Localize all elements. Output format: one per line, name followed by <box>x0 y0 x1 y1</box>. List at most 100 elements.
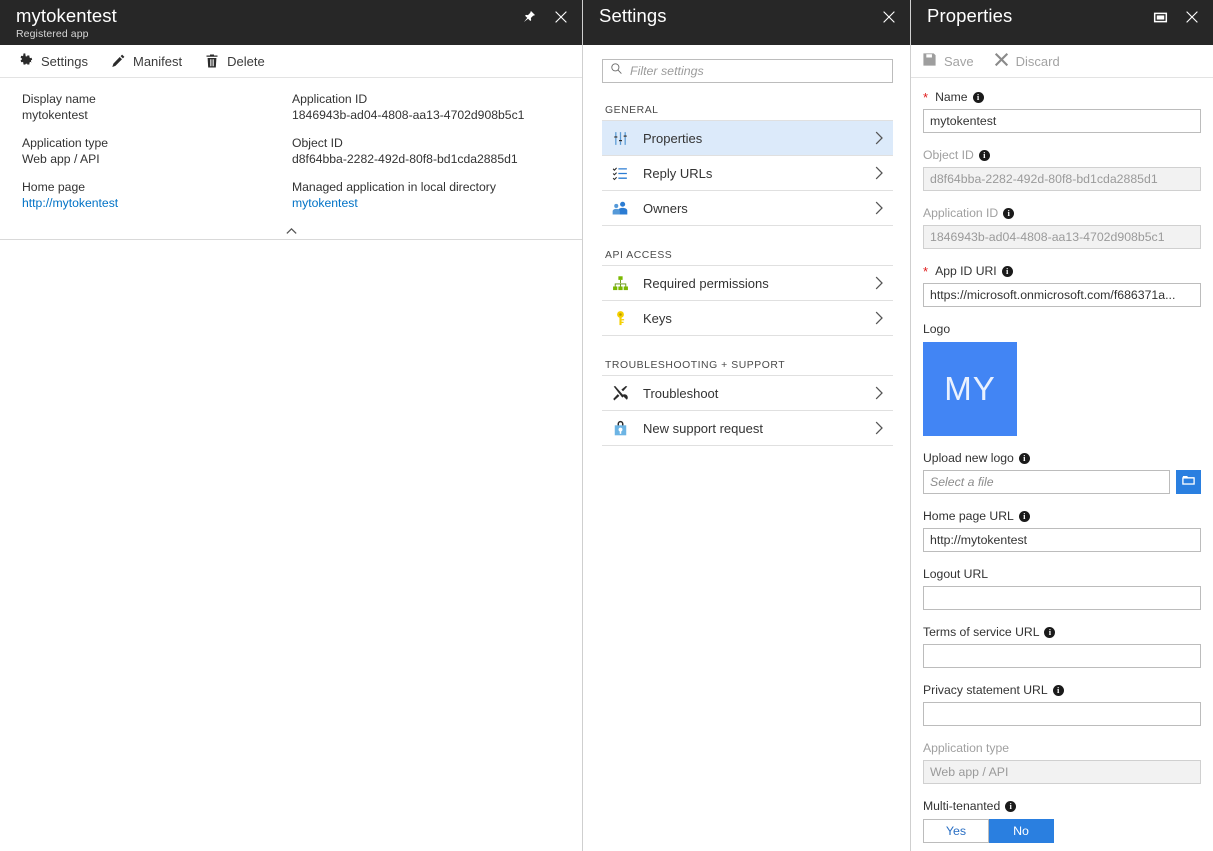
field-object-id-label: Object ID i <box>923 147 1201 164</box>
app-id-uri-input[interactable] <box>923 283 1201 307</box>
application-type-input <box>923 760 1201 784</box>
essential-value: d8f64bba-2282-492d-80f8-bd1cda2885d1 <box>292 151 562 167</box>
multi-tenanted-option-no[interactable]: No <box>989 819 1054 843</box>
x-icon <box>994 52 1009 70</box>
close-icon[interactable] <box>1183 8 1201 26</box>
filter-settings-input[interactable] <box>623 63 892 79</box>
home-page-url-input[interactable] <box>923 528 1201 552</box>
wrench-screwdriver-icon <box>612 385 636 402</box>
field-label-text: App ID URI <box>935 263 997 280</box>
essential-application-id: Application ID 1846943b-ad04-4808-aa13-4… <box>292 91 562 123</box>
save-button-label: Save <box>944 54 974 69</box>
essential-label: Display name <box>22 91 292 107</box>
home-page-link[interactable]: http://mytokentest <box>22 195 292 211</box>
chevron-right-icon <box>875 201 884 215</box>
close-icon[interactable] <box>880 8 898 26</box>
info-icon[interactable]: i <box>1019 511 1030 522</box>
properties-blade: Properties Save <box>911 0 1213 851</box>
sidebar-item-label: New support request <box>636 421 875 436</box>
trash-icon <box>204 53 220 69</box>
folder-icon <box>1181 473 1196 492</box>
sidebar-item-required-permissions[interactable]: Required permissions <box>602 266 893 301</box>
manifest-button[interactable]: Manifest <box>110 45 182 78</box>
info-icon[interactable]: i <box>1003 208 1014 219</box>
sidebar-item-label: Properties <box>636 131 875 146</box>
support-icon <box>612 420 636 437</box>
info-icon[interactable]: i <box>979 150 990 161</box>
essential-object-id: Object ID d8f64bba-2282-492d-80f8-bd1cda… <box>292 135 562 167</box>
chevron-right-icon <box>875 311 884 325</box>
filter-settings-field[interactable] <box>602 59 893 83</box>
restore-icon[interactable] <box>1151 8 1169 26</box>
gear-icon <box>18 53 34 69</box>
sidebar-item-new-support-request[interactable]: New support request <box>602 411 893 446</box>
properties-blade-header: Properties <box>911 0 1213 45</box>
field-name: * Name i <box>923 89 1201 133</box>
managed-application-link[interactable]: mytokentest <box>292 195 562 211</box>
chevron-up-icon <box>285 222 298 240</box>
delete-button[interactable]: Delete <box>204 45 265 78</box>
page-title: mytokentest <box>16 5 117 27</box>
essential-value: 1846943b-ad04-4808-aa13-4702d908b5c1 <box>292 107 562 123</box>
settings-group-troubleshooting: Troubleshoot New support request <box>602 375 893 446</box>
essentials-collapse-button[interactable] <box>0 222 582 240</box>
info-icon[interactable]: i <box>1002 266 1013 277</box>
file-picker-button[interactable] <box>1176 470 1201 494</box>
essential-label: Object ID <box>292 135 562 151</box>
sidebar-item-label: Reply URLs <box>636 166 875 181</box>
page-subtitle: Registered app <box>16 28 117 41</box>
settings-header-actions <box>880 5 898 26</box>
info-icon[interactable]: i <box>1019 453 1030 464</box>
essential-display-name: Display name mytokentest <box>22 91 292 123</box>
multi-tenanted-toggle: Yes No <box>923 819 1054 843</box>
name-input[interactable] <box>923 109 1201 133</box>
essential-label: Application ID <box>292 91 562 107</box>
discard-button[interactable]: Discard <box>994 52 1060 70</box>
settings-blade: Settings GENERAL <box>583 0 911 851</box>
privacy-statement-url-input[interactable] <box>923 702 1201 726</box>
save-button[interactable]: Save <box>922 52 974 70</box>
field-label-text: Privacy statement URL <box>923 682 1048 699</box>
info-icon[interactable]: i <box>973 92 984 103</box>
field-label-text: Application type <box>923 740 1009 757</box>
field-terms-of-service-url-label: Terms of service URL i <box>923 624 1201 641</box>
sidebar-item-label: Required permissions <box>636 276 875 291</box>
key-icon <box>612 310 636 327</box>
logout-url-input[interactable] <box>923 586 1201 610</box>
sidebar-item-label: Troubleshoot <box>636 386 875 401</box>
field-label-text: Multi-tenanted <box>923 798 1000 815</box>
properties-form: * Name i Object ID i Application ID i <box>911 78 1213 843</box>
essentials-left-column: Display name mytokentest Application typ… <box>22 91 292 223</box>
required-asterisk: * <box>923 92 928 103</box>
sidebar-item-properties[interactable]: Properties <box>602 121 893 156</box>
info-icon[interactable]: i <box>1053 685 1064 696</box>
settings-group-api-access: Required permissions Keys <box>602 265 893 336</box>
settings-button[interactable]: Settings <box>18 45 88 78</box>
required-asterisk: * <box>923 266 928 277</box>
object-id-input <box>923 167 1201 191</box>
field-name-label: * Name i <box>923 89 1201 106</box>
field-application-type-label: Application type <box>923 740 1201 757</box>
sidebar-item-keys[interactable]: Keys <box>602 301 893 336</box>
settings-title: Settings <box>599 5 667 27</box>
settings-group-general: Properties Reply URLs <box>602 120 893 226</box>
sidebar-item-reply-urls[interactable]: Reply URLs <box>602 156 893 191</box>
field-upload-logo: Upload new logo i <box>923 450 1201 494</box>
sidebar-item-label: Owners <box>636 201 875 216</box>
info-icon[interactable]: i <box>1005 801 1016 812</box>
hierarchy-icon <box>612 275 636 292</box>
field-home-page-url: Home page URL i <box>923 508 1201 552</box>
close-icon[interactable] <box>552 8 570 26</box>
field-app-id-uri: * App ID URI i <box>923 263 1201 307</box>
properties-title: Properties <box>927 5 1012 27</box>
pin-icon[interactable] <box>520 8 538 26</box>
multi-tenanted-option-yes[interactable]: Yes <box>923 819 989 843</box>
info-icon[interactable]: i <box>1044 627 1055 638</box>
pencil-icon <box>110 53 126 69</box>
sidebar-item-owners[interactable]: Owners <box>602 191 893 226</box>
essential-value: Web app / API <box>22 151 292 167</box>
sidebar-item-troubleshoot[interactable]: Troubleshoot <box>602 376 893 411</box>
settings-blade-header: Settings <box>583 0 910 45</box>
upload-logo-input[interactable] <box>923 470 1170 494</box>
terms-of-service-url-input[interactable] <box>923 644 1201 668</box>
